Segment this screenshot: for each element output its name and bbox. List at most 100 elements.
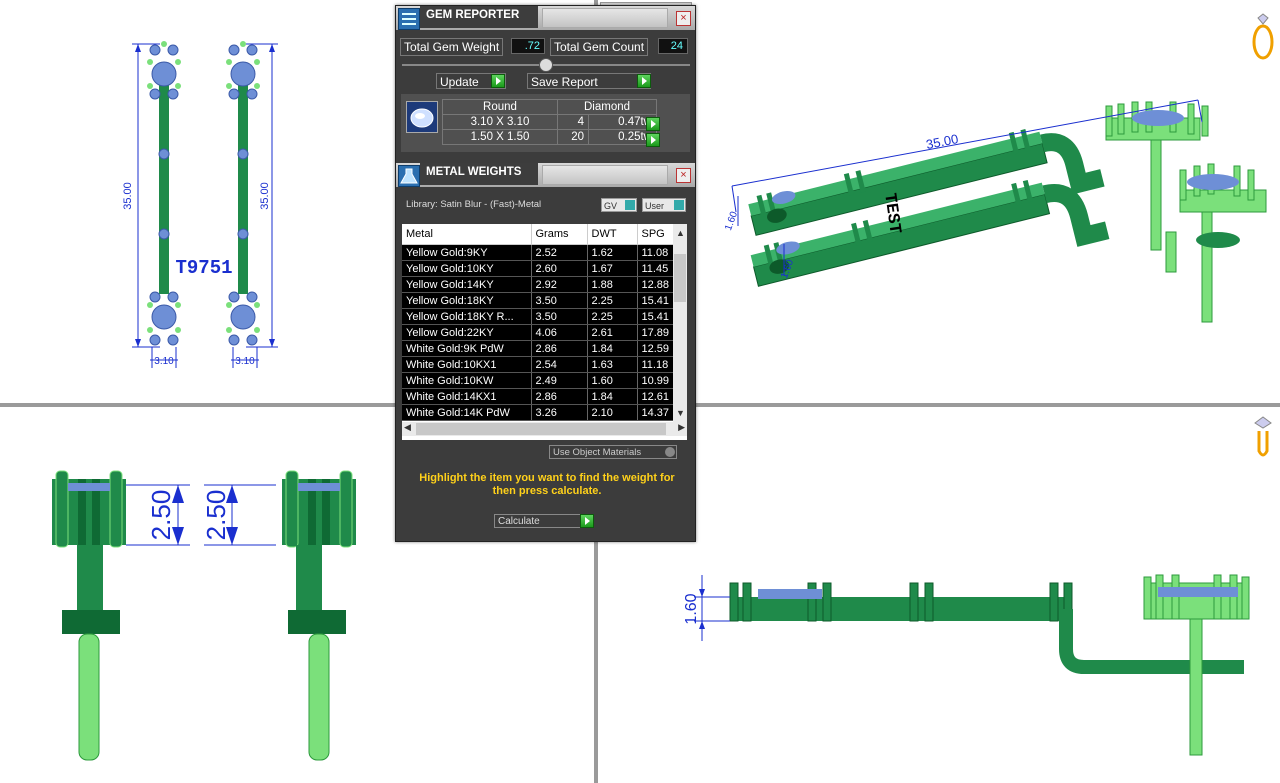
metal-row[interactable]: Yellow Gold:18KY R... 3.50 2.25 15.41	[402, 308, 681, 325]
col-metal[interactable]: Metal	[402, 224, 532, 245]
viewport-perspective[interactable]: 35.00 TEST 1.60 1.60	[598, 0, 1280, 403]
metal-dwt: 1.84	[587, 340, 638, 357]
save-report-button[interactable]: Save Report	[527, 73, 651, 89]
user-toggle[interactable]: User	[642, 198, 686, 212]
perspective-view-drawing: 35.00 TEST 1.60 1.60	[723, 99, 1267, 323]
metal-grams: 2.60	[531, 260, 588, 277]
metal-row[interactable]: White Gold:14KX1 2.86 1.84 12.61	[402, 388, 681, 405]
metal-weights-header-bar	[542, 165, 668, 185]
metal-row[interactable]: Yellow Gold:10KY 2.60 1.67 11.45	[402, 260, 681, 277]
metal-row[interactable]: White Gold:9K PdW 2.86 1.84 12.59	[402, 340, 681, 357]
user-toggle-icon	[674, 200, 684, 210]
scroll-left-icon[interactable]: ◀	[404, 422, 411, 433]
use-object-materials-toggle[interactable]: Use Object Materials	[549, 445, 677, 459]
scroll-down-icon[interactable]: ▼	[676, 408, 685, 418]
ring-nav-icon[interactable]	[1252, 12, 1274, 60]
use-object-materials-icon	[665, 447, 675, 457]
col-grams[interactable]: Grams	[531, 224, 588, 245]
metal-grams: 2.92	[531, 276, 588, 293]
col-dwt[interactable]: DWT	[587, 224, 638, 245]
metal-dwt: 1.62	[587, 244, 638, 261]
gem-reporter-close-icon[interactable]: ×	[676, 11, 691, 26]
total-gem-weight-label: Total Gem Weight	[400, 38, 504, 56]
viewport-side[interactable]: 1.60	[598, 407, 1280, 783]
metal-name: Yellow Gold:18KY	[402, 292, 532, 309]
gem-row[interactable]: 1.50 X 1.50 20 0.25tw	[442, 129, 657, 145]
metal-name: Yellow Gold:22KY	[402, 324, 532, 341]
gem-size: 1.50 X 1.50	[442, 129, 558, 145]
metal-grams: 3.50	[531, 308, 588, 325]
metal-name: Yellow Gold:10KY	[402, 260, 532, 277]
metal-row[interactable]: White Gold:10KW 2.49 1.60 10.99	[402, 372, 681, 389]
metal-row[interactable]: Yellow Gold:22KY 4.06 2.61 17.89	[402, 324, 681, 341]
update-go-icon[interactable]	[491, 74, 505, 88]
gem-nav-icon[interactable]	[1252, 415, 1274, 457]
metal-name: White Gold:10KW	[402, 372, 532, 389]
metal-grams: 3.50	[531, 292, 588, 309]
metal-weights-table: Metal Grams DWT SPG Yellow Gold:9KY 2.52 1…	[402, 224, 681, 421]
use-object-materials-label: Use Object Materials	[553, 447, 642, 458]
metal-dwt: 2.25	[587, 292, 638, 309]
gem-size: 3.10 X 3.10	[442, 114, 558, 130]
metal-name: White Gold:14KX1	[402, 388, 532, 405]
metal-weights-title: METAL WEIGHTS	[420, 163, 538, 185]
round-diamond-icon[interactable]	[406, 101, 438, 133]
calculate-go-icon[interactable]	[580, 514, 594, 528]
metal-row[interactable]: Yellow Gold:18KY 3.50 2.25 15.41	[402, 292, 681, 309]
metal-dwt: 2.10	[587, 404, 638, 421]
gem-count: 4	[557, 114, 589, 130]
metal-name: Yellow Gold:9KY	[402, 244, 532, 261]
metal-grams: 2.54	[531, 356, 588, 373]
metal-list-vertical-scrollbar[interactable]: ▲ ▼	[673, 224, 687, 422]
metal-dwt: 2.61	[587, 324, 638, 341]
metal-grams: 4.06	[531, 324, 588, 341]
total-gem-weight-value: .72	[511, 38, 545, 54]
side-height-dim: 1.60	[683, 593, 700, 624]
gem-table: Round Diamond 3.10 X 3.10 4 0.47tw 1.50 …	[442, 99, 657, 145]
gem-count: 20	[557, 129, 589, 145]
gem-row-1-go-icon[interactable]	[646, 117, 660, 131]
metal-dwt: 1.88	[587, 276, 638, 293]
save-report-label: Save Report	[531, 75, 598, 89]
metal-grams: 3.26	[531, 404, 588, 421]
gem-row-2-go-icon[interactable]	[646, 133, 660, 147]
panel-slider-handle[interactable]	[539, 58, 553, 72]
metal-grams: 2.49	[531, 372, 588, 389]
total-gem-count-label: Total Gem Count	[550, 38, 649, 56]
metal-row[interactable]: White Gold:14K PdW 3.26 2.10 14.37	[402, 404, 681, 421]
metal-dwt: 2.25	[587, 308, 638, 325]
scroll-up-icon[interactable]: ▲	[676, 228, 685, 238]
vertical-scroll-thumb[interactable]	[674, 254, 686, 302]
gem-reporter-header-bar	[542, 8, 668, 28]
total-gem-count-value: 24	[658, 38, 688, 54]
perspective-length-dim: 35.00	[925, 131, 960, 152]
height-dim-left: 2.50	[146, 490, 176, 541]
calculate-label: Calculate	[498, 516, 540, 527]
metal-name: White Gold:9K PdW	[402, 340, 532, 357]
metal-list-horizontal-scrollbar[interactable]: ◀ ▶	[402, 422, 687, 436]
scroll-right-icon[interactable]: ▶	[678, 422, 685, 433]
metal-grams: 2.52	[531, 244, 588, 261]
metal-row[interactable]: Yellow Gold:14KY 2.92 1.88 12.88	[402, 276, 681, 293]
user-label: User	[645, 201, 665, 211]
metal-name: White Gold:10KX1	[402, 356, 532, 373]
update-label: Update	[440, 75, 479, 89]
horizontal-scroll-thumb[interactable]	[416, 423, 666, 435]
width-dim-right: 3.10	[235, 356, 255, 367]
metal-weights-header[interactable]: METAL WEIGHTS ×	[396, 163, 695, 187]
gv-toggle[interactable]: GV	[601, 198, 637, 212]
gv-toggle-icon	[625, 200, 635, 210]
save-report-go-icon[interactable]	[637, 74, 651, 88]
metal-row[interactable]: Yellow Gold:9KY 2.52 1.62 11.08	[402, 244, 681, 261]
gem-row[interactable]: 3.10 X 3.10 4 0.47tw	[442, 114, 657, 130]
calculate-button[interactable]: Calculate	[494, 514, 594, 528]
part-label: T9751	[175, 257, 232, 279]
length-dim-right: 35.00	[259, 182, 271, 210]
gem-reporter-header[interactable]: GEM REPORTER ×	[396, 6, 695, 30]
metal-name: White Gold:14K PdW	[402, 404, 532, 421]
gv-label: GV	[604, 201, 618, 211]
metal-weights-close-icon[interactable]: ×	[676, 168, 691, 183]
calculate-hint: Highlight the item you want to find the …	[419, 472, 675, 497]
metal-row[interactable]: White Gold:10KX1 2.54 1.63 11.18	[402, 356, 681, 373]
metal-weights-list[interactable]: Metal Grams DWT SPG Yellow Gold:9KY 2.52 1…	[402, 224, 687, 440]
